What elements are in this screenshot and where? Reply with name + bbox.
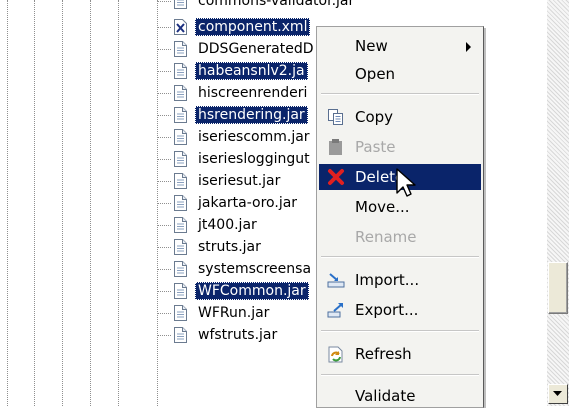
tree-item-label: habeansnlv2.ja	[195, 62, 308, 80]
vertical-scrollbar[interactable]	[547, 0, 569, 406]
jar-file-icon	[174, 63, 187, 79]
menu-separator	[321, 330, 479, 332]
menu-item-label: Copy	[355, 108, 394, 126]
menu-separator	[321, 93, 479, 95]
jar-file-icon	[174, 217, 187, 233]
tree-item-label: iseriesut.jar	[198, 173, 281, 189]
submenu-arrow-icon	[466, 42, 471, 52]
jar-file-icon	[174, 107, 187, 123]
scroll-down-button[interactable]	[548, 384, 568, 404]
jar-file-icon	[174, 327, 187, 343]
menu-item-label: Validate	[355, 387, 416, 405]
menu-item-copy[interactable]: Copy	[319, 104, 481, 130]
tree-item-label: jt400.jar	[198, 217, 257, 233]
menu-item-label: Refresh	[355, 345, 412, 363]
menu-item-rename[interactable]: Rename	[319, 224, 481, 250]
menu-item-label: Export...	[355, 301, 419, 319]
jar-file-icon	[174, 283, 187, 299]
menu-separator	[321, 374, 479, 376]
jar-file-icon	[174, 195, 187, 211]
jar-file-icon	[174, 151, 187, 167]
tree-item-label: WFCommon.jar	[195, 282, 309, 300]
menu-item-validate[interactable]: Validate	[319, 383, 481, 407]
tree-item-label: iseriesloggingut	[198, 151, 310, 167]
tree-item-label: systemscreensa	[198, 261, 312, 277]
menu-item-open[interactable]: Open	[319, 61, 481, 87]
delete-icon	[328, 169, 344, 185]
context-menu: New Open Copy Paste Delete Move... Renam…	[316, 26, 484, 408]
tree-item-label: iseriescomm.jar	[198, 129, 310, 145]
mouse-cursor-icon	[396, 168, 416, 197]
menu-item-label: Open	[355, 65, 396, 83]
menu-item-import[interactable]: Import...	[319, 267, 481, 293]
menu-item-label: Rename	[355, 228, 417, 246]
jar-file-icon	[174, 173, 187, 189]
jar-file-icon	[174, 0, 187, 9]
tree-item-label: commons-validator.jar	[198, 0, 355, 9]
tree-guide-line	[118, 0, 119, 406]
tree-item-label: struts.jar	[198, 239, 261, 255]
jar-file-icon	[174, 41, 187, 57]
export-icon	[327, 303, 343, 318]
menu-item-label: Paste	[355, 138, 396, 156]
menu-item-new[interactable]: New	[319, 33, 481, 59]
paste-icon	[329, 139, 342, 155]
tree-guide-line	[7, 0, 8, 406]
menu-separator	[321, 256, 479, 258]
tree-item-label: hiscreenrenderi	[198, 85, 308, 101]
tree-guide-line	[62, 0, 63, 406]
jar-file-icon	[174, 85, 187, 101]
tree-item-label: component.xml	[195, 18, 311, 36]
jar-file-icon	[174, 261, 187, 277]
scrollbar-thumb[interactable]	[548, 262, 568, 314]
menu-item-paste[interactable]: Paste	[319, 134, 481, 160]
menu-item-label: New	[355, 37, 388, 55]
tree-item-label: WFRun.jar	[198, 305, 270, 321]
menu-item-label: Import...	[355, 271, 420, 289]
jar-file-icon	[174, 129, 187, 145]
tree-guide-line	[90, 0, 91, 406]
tree-item-label: hsrendering.jar	[195, 106, 308, 124]
xml-file-icon	[174, 19, 187, 35]
tree-guide-line	[34, 0, 35, 406]
tree-item-label: DDSGeneratedD	[198, 41, 314, 57]
refresh-icon	[328, 346, 343, 363]
tree-item-commons-validator[interactable]: commons-validator.jar	[150, 0, 540, 12]
arrow-down-icon	[553, 391, 562, 396]
copy-icon	[328, 109, 343, 125]
jar-file-icon	[174, 239, 187, 255]
menu-item-refresh[interactable]: Refresh	[319, 341, 481, 367]
jar-file-icon	[174, 305, 187, 321]
menu-item-export[interactable]: Export...	[319, 297, 481, 323]
tree-item-label: jakarta-oro.jar	[198, 195, 298, 211]
tree-item-label: wfstruts.jar	[198, 327, 278, 343]
import-icon	[327, 273, 345, 288]
